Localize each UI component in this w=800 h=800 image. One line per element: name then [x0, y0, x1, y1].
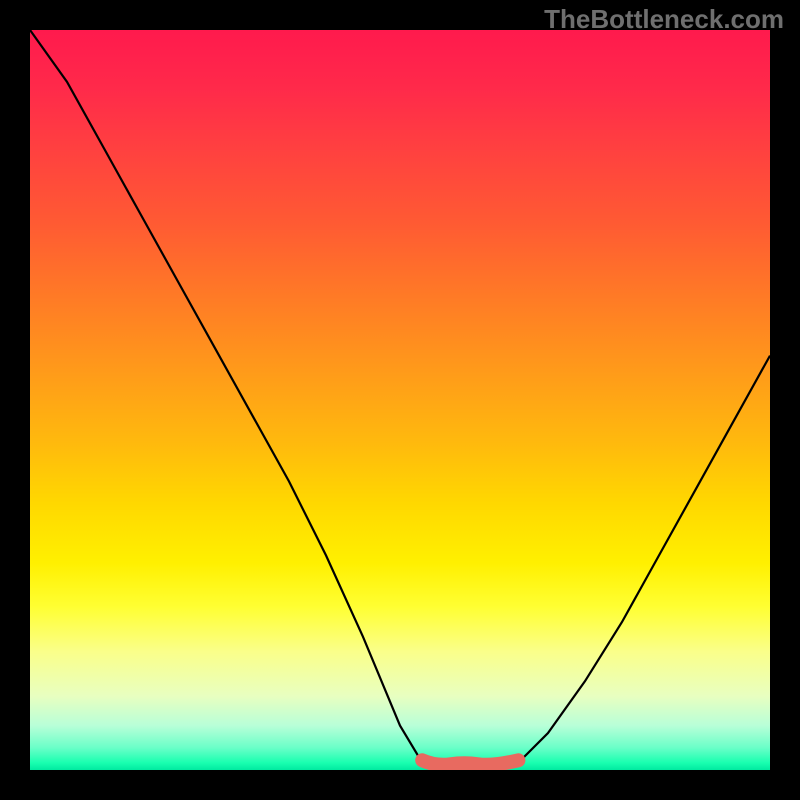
bottleneck-curve	[30, 30, 770, 770]
watermark-text: TheBottleneck.com	[544, 4, 784, 35]
flat-region-marker	[422, 760, 518, 765]
curve-svg	[30, 30, 770, 770]
chart-container: TheBottleneck.com	[0, 0, 800, 800]
plot-area	[30, 30, 770, 770]
